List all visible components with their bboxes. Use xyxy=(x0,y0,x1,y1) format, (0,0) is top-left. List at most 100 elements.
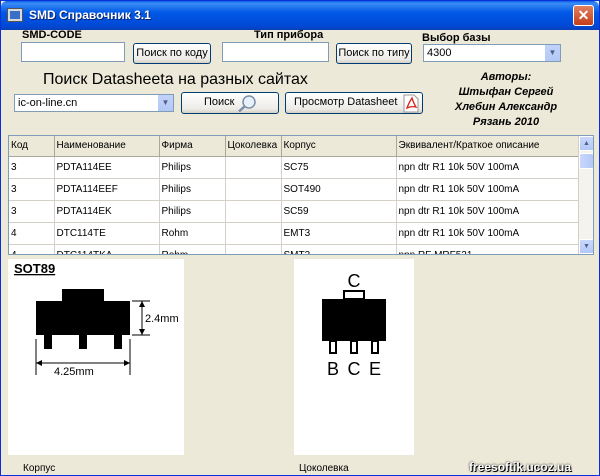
pin-3-label: E xyxy=(369,359,381,379)
cell-code: 4 xyxy=(9,244,55,254)
search-by-code-button[interactable]: Поиск по коду xyxy=(133,43,211,64)
device-type-label: Тип прибора xyxy=(254,29,324,41)
app-icon xyxy=(7,8,23,22)
arrow-icon xyxy=(36,360,42,366)
pin-top-label: C xyxy=(348,271,361,291)
dim-height-label: 2.4mm xyxy=(145,313,179,325)
pin-1-label: B xyxy=(327,359,339,379)
pinout-body xyxy=(322,299,386,341)
package-pin xyxy=(44,335,52,349)
cell-package: SC59 xyxy=(281,200,397,223)
pinout-drawing: C B C E xyxy=(322,271,386,379)
authors-title: Авторы: xyxy=(480,71,532,83)
package-name: SOT89 xyxy=(14,261,55,276)
column-header[interactable]: Эквивалент/Краткое описание xyxy=(396,136,580,157)
column-header[interactable]: Код xyxy=(9,136,55,157)
device-type-input[interactable] xyxy=(222,42,329,62)
cell-firm: Philips xyxy=(159,200,226,223)
scroll-thumb[interactable] xyxy=(579,153,593,169)
cell-pinout xyxy=(225,200,282,223)
table-row[interactable]: 3 PDTA114EK Philips SC59 npn dtr R1 10k … xyxy=(9,200,580,223)
cell-code: 3 xyxy=(9,156,55,179)
cell-name: DTC114TE xyxy=(54,222,160,245)
cell-package: SMT3 xyxy=(281,244,397,254)
cell-description: npn RF MRF521 xyxy=(396,244,580,254)
arrow-icon xyxy=(139,301,145,307)
table-row[interactable]: 4 DTC114TKA Rohm SMT3 npn RF MRF521 xyxy=(9,244,580,254)
cell-code: 4 xyxy=(9,222,55,245)
cell-name: PDTA114EK xyxy=(54,200,160,223)
column-header[interactable]: Корпус xyxy=(281,136,397,157)
package-pin xyxy=(79,335,87,349)
author-line-3: Рязань 2010 xyxy=(472,116,540,128)
datasheet-heading: Поиск Datasheeta на разных сайтах xyxy=(43,71,308,88)
site-selected-value: ic-on-line.cn xyxy=(18,97,78,109)
database-select[interactable]: 4300 ▼ xyxy=(423,44,561,62)
grid-scrollbar[interactable]: ▲ ▼ xyxy=(578,136,593,254)
main-window: SMD Справочник 3.1 ✕ SMD-CODE Поиск по к… xyxy=(0,0,600,476)
chevron-down-icon[interactable]: ▼ xyxy=(544,45,560,61)
scroll-up-icon[interactable]: ▲ xyxy=(579,136,593,151)
datasheet-search-label: Поиск xyxy=(204,96,235,108)
package-pin xyxy=(114,335,122,349)
pinout-pin xyxy=(371,340,379,354)
cell-name: DTC114TKA xyxy=(54,244,160,254)
table-row[interactable]: 3 PDTA114EE Philips SC75 npn dtr R1 10k … xyxy=(9,156,580,179)
cell-pinout xyxy=(225,156,282,179)
smd-code-input[interactable] xyxy=(21,42,125,62)
cell-firm: Philips xyxy=(159,156,226,179)
cell-name: PDTA114EEF xyxy=(54,178,160,201)
column-header[interactable]: Наименование xyxy=(54,136,160,157)
pinout-pin xyxy=(329,340,337,354)
cell-description: npn dtr R1 10k 50V 100mA xyxy=(396,222,580,245)
database-selected-value: 4300 xyxy=(427,47,452,59)
cell-pinout xyxy=(225,178,282,201)
results-table: Код Наименование Фирма Цоколевка Корпус … xyxy=(9,136,580,254)
site-select[interactable]: ic-on-line.cn ▼ xyxy=(14,94,174,112)
dim-width-label: 4.25mm xyxy=(54,366,94,378)
cell-code: 3 xyxy=(9,200,55,223)
results-grid[interactable]: Код Наименование Фирма Цоколевка Корпус … xyxy=(8,135,594,255)
cell-package: EMT3 xyxy=(281,222,397,245)
column-header[interactable]: Цоколевка xyxy=(225,136,282,157)
datasheet-search-button[interactable]: Поиск xyxy=(181,92,279,114)
view-datasheet-label: Просмотр Datasheet xyxy=(294,96,398,108)
cell-firm: Rohm xyxy=(159,222,226,245)
title-bar[interactable]: SMD Справочник 3.1 ✕ xyxy=(1,1,599,30)
pdf-icon xyxy=(403,94,419,113)
scroll-down-icon[interactable]: ▼ xyxy=(579,239,593,254)
cell-pinout xyxy=(225,244,282,254)
view-datasheet-button[interactable]: Просмотр Datasheet xyxy=(285,92,423,114)
table-header-row: Код Наименование Фирма Цоколевка Корпус … xyxy=(9,136,580,157)
smd-code-label: SMD-CODE xyxy=(22,29,82,41)
package-panel: SOT89 2.4mm 4.25mm xyxy=(8,259,184,455)
search-by-type-button[interactable]: Поиск по типу xyxy=(336,43,412,64)
search-icon xyxy=(238,95,256,113)
author-line-2: Хлебин Александр xyxy=(454,101,558,113)
table-row[interactable]: 3 PDTA114EEF Philips SOT490 npn dtr R1 1… xyxy=(9,178,580,201)
package-caption: Корпус xyxy=(23,463,56,474)
close-button[interactable]: ✕ xyxy=(573,5,594,26)
author-line-1: Штыфан Сергей xyxy=(458,86,554,98)
window-title: SMD Справочник 3.1 xyxy=(29,8,151,22)
column-header[interactable]: Фирма xyxy=(159,136,226,157)
pinout-pin xyxy=(350,340,358,354)
pinout-caption: Цоколевка xyxy=(299,463,349,474)
cell-pinout xyxy=(225,222,282,245)
cell-name: PDTA114EE xyxy=(54,156,160,179)
arrow-icon xyxy=(139,329,145,335)
cell-package: SC75 xyxy=(281,156,397,179)
arrow-icon xyxy=(124,360,130,366)
cell-package: SOT490 xyxy=(281,178,397,201)
cell-description: npn dtr R1 10k 50V 100mA xyxy=(396,200,580,223)
cell-firm: Rohm xyxy=(159,244,226,254)
pinout-tab xyxy=(343,290,365,300)
chevron-down-icon[interactable]: ▼ xyxy=(157,95,173,111)
package-drawing: SOT89 2.4mm 4.25mm xyxy=(14,261,179,378)
cell-firm: Philips xyxy=(159,178,226,201)
cell-code: 3 xyxy=(9,178,55,201)
pinout-panel: C B C E xyxy=(294,259,414,455)
table-row[interactable]: 4 DTC114TE Rohm EMT3 npn dtr R1 10k 50V … xyxy=(9,222,580,245)
cell-description: npn dtr R1 10k 50V 100mA xyxy=(396,178,580,201)
status-bar: Корпус Цоколевка freesoftik.ucoz.ua xyxy=(1,459,599,476)
